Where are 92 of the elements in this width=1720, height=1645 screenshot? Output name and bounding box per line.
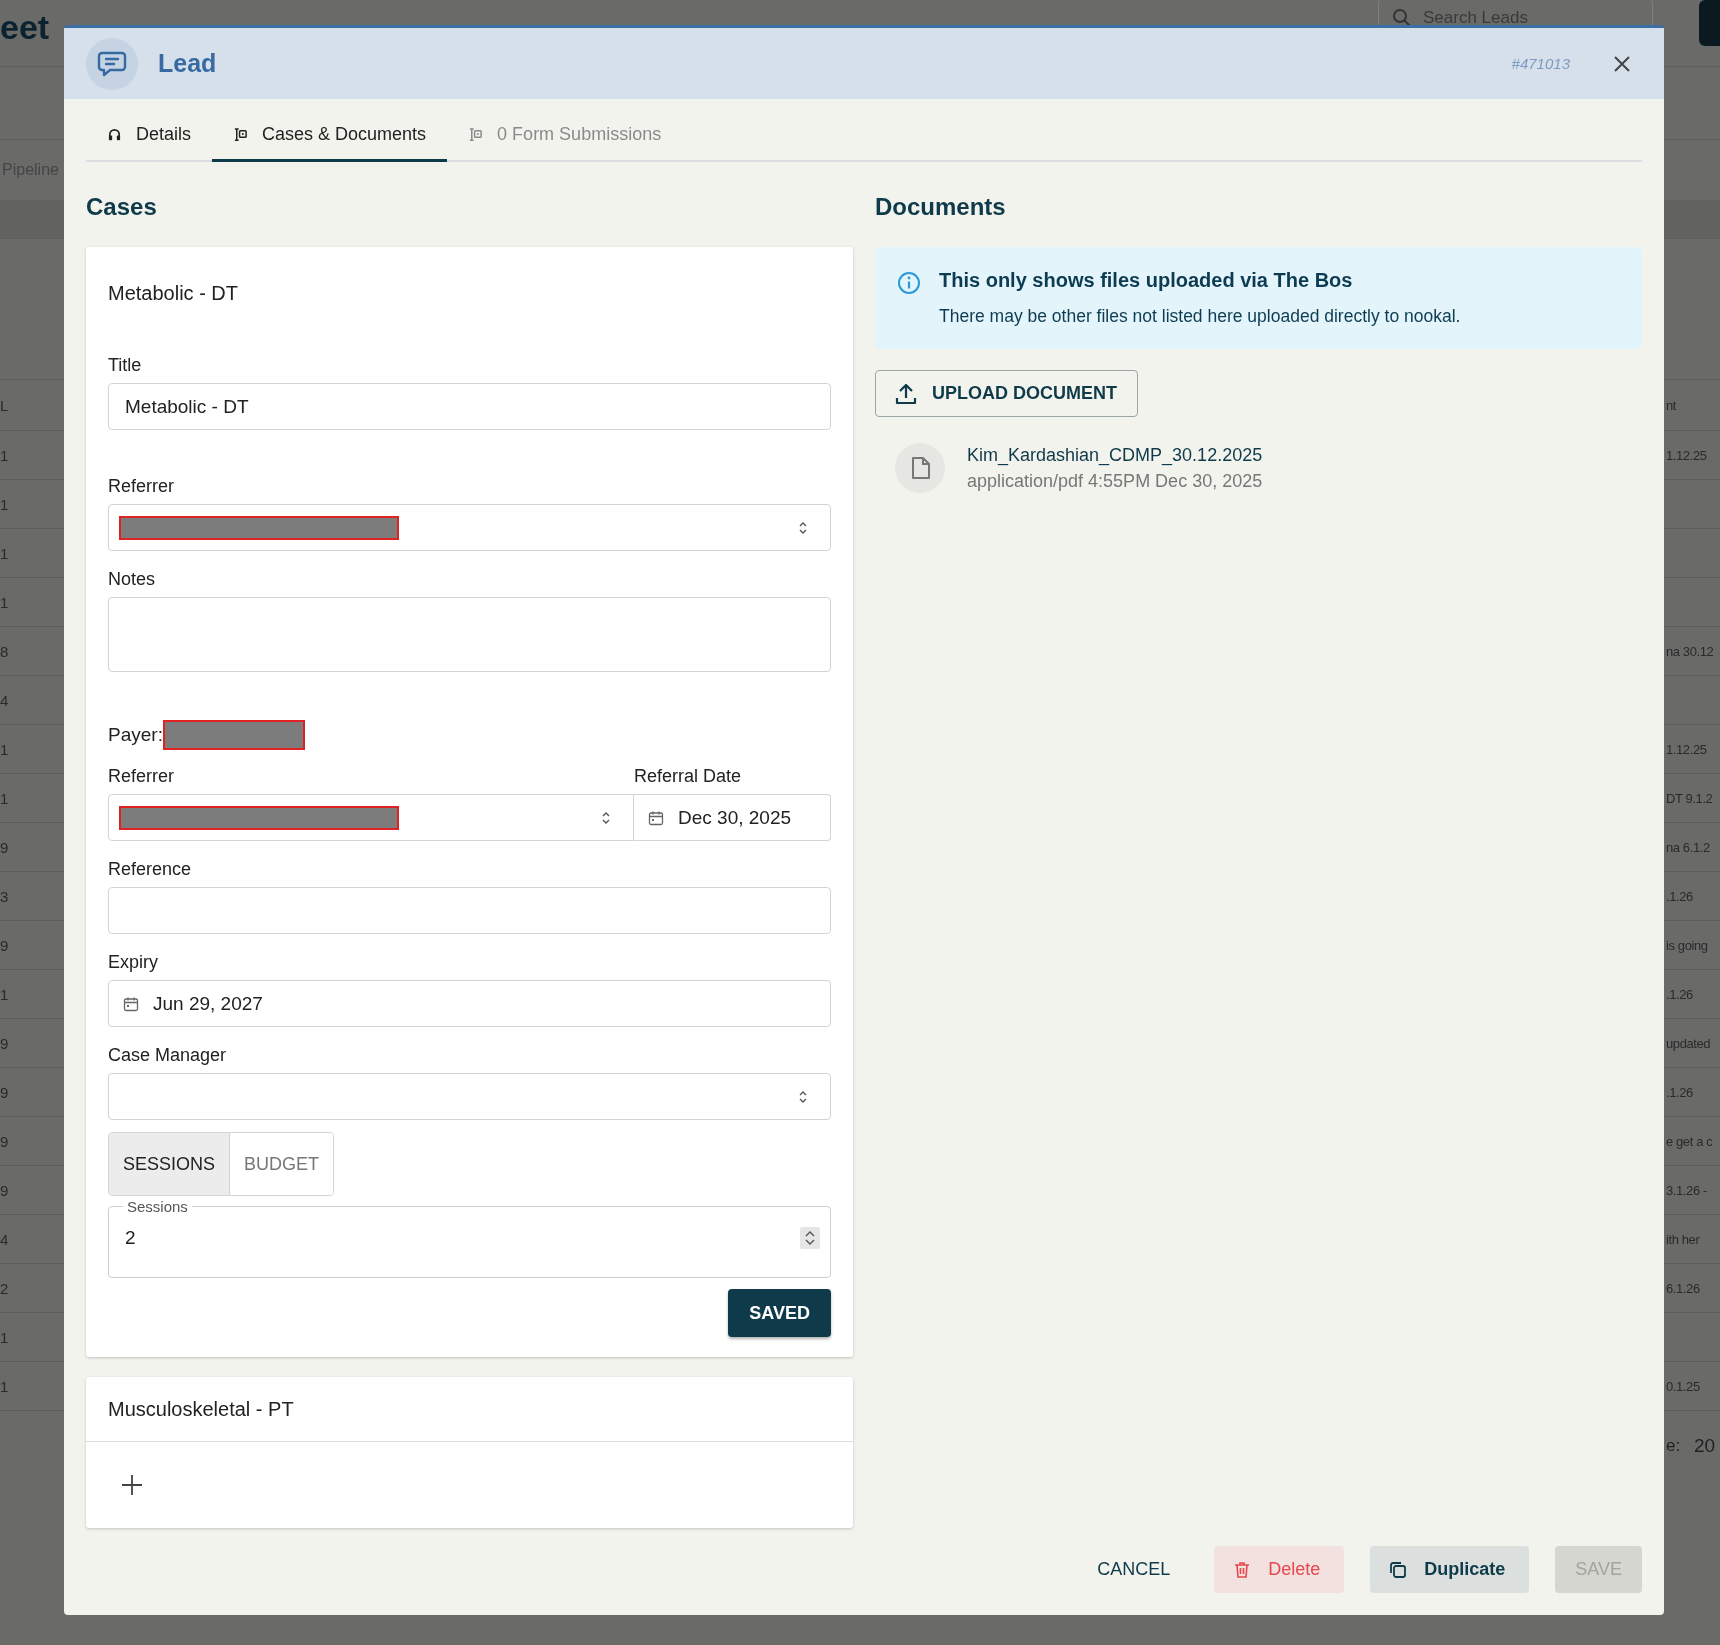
table-cell-text: 2 — [0, 1279, 10, 1297]
table-cell-text: 1 — [0, 740, 10, 758]
add-case-button[interactable] — [86, 1442, 853, 1528]
field-label: Referrer — [108, 766, 175, 787]
calendar-icon — [123, 995, 139, 1012]
table-cell-text: 1 — [0, 985, 10, 1003]
reference-field[interactable] — [108, 887, 831, 934]
case-manager-select[interactable] — [108, 1073, 831, 1120]
table-cell-text: 0.1.25 — [1666, 1378, 1701, 1394]
field-label: Case Manager — [108, 1045, 228, 1066]
referrer-select[interactable] — [108, 504, 831, 551]
table-cell-text: 3 — [0, 887, 10, 905]
table-cell-text: 1 — [0, 789, 10, 807]
table-cell-text: 1 — [0, 495, 10, 513]
table-cell-text: 4 — [0, 1230, 10, 1248]
table-cell-text: 6.1.26 — [1666, 1280, 1701, 1296]
upload-button[interactable]: UPLOAD DOCUMENT — [875, 370, 1138, 417]
calendar-icon — [648, 809, 664, 826]
file-meta: application/pdf 4:55PM Dec 30, 2025 — [967, 470, 1263, 492]
case-card[interactable]: Musculoskeletal - PT — [86, 1377, 853, 1442]
column-header: L — [0, 396, 10, 414]
table-cell-text: updated — [1666, 1035, 1712, 1051]
lead-id: #471013 — [1511, 55, 1570, 72]
column-header: nt — [1666, 397, 1678, 413]
table-cell-text: 9 — [0, 936, 10, 954]
table-cell-text: .1.26 — [1666, 986, 1694, 1002]
search-icon — [1392, 8, 1412, 28]
referral-date-field[interactable]: Dec 30, 2025 — [634, 794, 831, 841]
cancel-button[interactable]: CANCEL — [1087, 1546, 1181, 1593]
page-title: eet — [0, 8, 50, 47]
field-label: Reference — [108, 859, 193, 880]
header-button[interactable] — [1699, 0, 1720, 46]
field-label: Title — [108, 355, 143, 376]
table-cell-text: 9 — [0, 1083, 10, 1101]
referrer-select[interactable] — [108, 794, 634, 841]
info-icon — [897, 271, 921, 295]
duplicate-button[interactable]: Duplicate — [1370, 1546, 1530, 1593]
upload-icon — [894, 381, 918, 406]
table-cell-text: 4 — [0, 691, 10, 709]
tab[interactable]: Details — [86, 124, 213, 162]
table-cell-text: 1 — [0, 544, 10, 562]
file-icon — [895, 443, 945, 493]
spinner-icon — [800, 1227, 820, 1249]
field-label: Referral Date — [634, 766, 743, 787]
document-icon — [468, 127, 484, 142]
tab[interactable]: Cases & Documents — [212, 124, 448, 162]
notice-text: There may be other files not listed here uploaded directly to nookal. — [939, 306, 1461, 327]
file-link[interactable]: Kim_Kardashian_CDMP_30.12.2025 — [967, 444, 1263, 466]
field-label: Expiry — [108, 952, 159, 973]
field-label: Referrer — [108, 476, 175, 497]
footer-value: 20 — [1694, 1435, 1717, 1457]
document-icon — [233, 127, 249, 142]
mode-toggle[interactable]: SESSIONS — [109, 1133, 230, 1195]
expiry-field[interactable]: Jun 29, 2027 — [108, 980, 831, 1027]
table-cell-text: e get a c — [1666, 1133, 1714, 1149]
title-field[interactable]: Metabolic - DT — [108, 383, 831, 430]
field-label: Notes — [108, 569, 157, 590]
table-cell-text: na 6.1.2 — [1666, 839, 1711, 855]
table-cell-text: ith her — [1666, 1231, 1701, 1247]
table-cell-text: 1 — [0, 446, 10, 464]
plus-icon — [120, 1473, 144, 1497]
table-cell-text: is going — [1666, 937, 1709, 953]
table-cell-text: .1.26 — [1666, 1084, 1694, 1100]
section-heading: Documents — [875, 193, 1007, 221]
table-cell-text: 1 — [0, 1328, 10, 1346]
table-cell-text: na 30.12 — [1666, 643, 1715, 659]
dialog-title: Lead — [158, 49, 217, 78]
table-cell-text: 9 — [0, 1132, 10, 1150]
table-cell-text: 1.12.25 — [1666, 741, 1708, 757]
notice-title: This only shows files uploaded via The Bos — [939, 269, 1354, 292]
table-cell-text: 1 — [0, 1377, 10, 1395]
sessions-field[interactable]: Sessions 2 — [108, 1198, 831, 1278]
case-title[interactable]: Metabolic - DT — [108, 267, 239, 305]
footer-label: e: — [1666, 1436, 1682, 1456]
notes-field[interactable] — [108, 597, 831, 672]
payer-label: Payer: — [108, 724, 163, 746]
headphones-icon — [107, 127, 122, 142]
table-cell-text: 8 — [0, 642, 10, 660]
chat-icon — [86, 37, 138, 90]
table-cell-text: 9 — [0, 1034, 10, 1052]
table-cell-text: 1.12.25 — [1666, 447, 1708, 463]
mode-toggle[interactable]: BUDGET — [229, 1133, 334, 1195]
table-cell-text: 9 — [0, 838, 10, 856]
table-cell-text: DT 9.1.2 — [1666, 790, 1714, 806]
copy-icon — [1388, 1559, 1409, 1580]
table-cell-text: .1.26 — [1666, 888, 1694, 904]
saved-button[interactable]: SAVED — [728, 1289, 831, 1337]
table-cell-text: 3.1.26 - — [1666, 1182, 1708, 1198]
section-heading: Cases — [86, 193, 158, 221]
table-cell-text: 1 — [0, 593, 10, 611]
table-cell-text: 9 — [0, 1181, 10, 1199]
close-icon — [1612, 53, 1632, 74]
